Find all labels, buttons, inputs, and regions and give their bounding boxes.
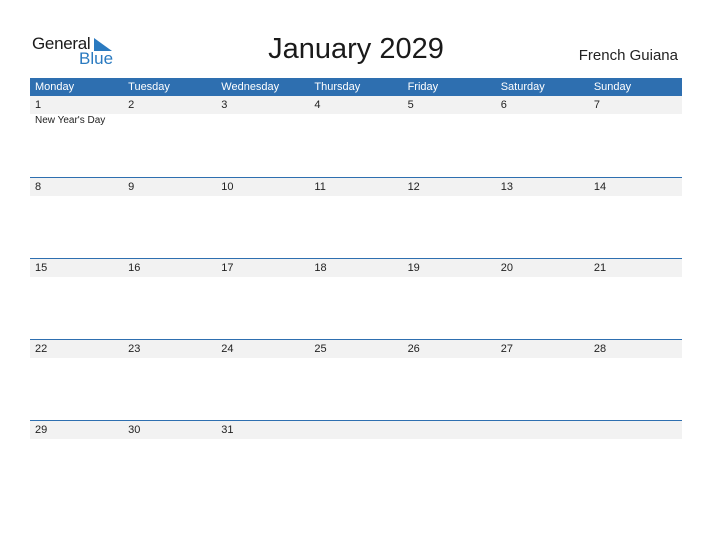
- country-label: French Guiana: [578, 47, 678, 64]
- holiday-label: [30, 358, 123, 359]
- day-number: 30: [128, 424, 141, 436]
- holiday-label: [216, 358, 309, 359]
- day-number: 13: [500, 181, 513, 193]
- holiday-label: [589, 439, 682, 440]
- holiday-label: [589, 114, 682, 126]
- event-band: [30, 196, 682, 197]
- week-row: 8 9 10 11 12 13 14: [30, 177, 682, 258]
- week-row: 22 23 24 25 26 27 28: [30, 339, 682, 420]
- day-number: 5: [407, 99, 414, 111]
- day-number: 14: [593, 181, 607, 193]
- holiday-label: [496, 114, 589, 126]
- holiday-label: [496, 277, 589, 278]
- day-number: 18: [314, 262, 327, 274]
- day-number-band: 1 2 3 4 5 6 7: [30, 96, 682, 114]
- day-number-band: 8 9 10 11 12 13 14: [30, 178, 682, 196]
- day-number: 23: [128, 343, 141, 355]
- event-band: [30, 439, 682, 440]
- day-number: 10: [221, 181, 234, 193]
- day-number-band: 29 30 31: [30, 421, 682, 439]
- holiday-label: [309, 358, 402, 359]
- weekday-header: Wednesday: [221, 81, 280, 93]
- day-number: 25: [314, 343, 327, 355]
- day-number: 31: [221, 424, 234, 436]
- day-number: 12: [407, 181, 420, 193]
- holiday-label: [216, 277, 309, 278]
- day-number: 15: [35, 262, 48, 274]
- holiday-label: [123, 358, 216, 359]
- holiday-label: [496, 358, 589, 359]
- day-number: 16: [128, 262, 141, 274]
- weekday-header: Tuesday: [128, 81, 170, 93]
- week-row: 15 16 17 18 19 20 21: [30, 258, 682, 339]
- weekday-header: Monday: [35, 81, 75, 93]
- weekday-header: Saturday: [500, 81, 545, 93]
- holiday-label: [403, 196, 496, 197]
- day-number: [309, 421, 402, 439]
- holiday-label: [216, 196, 309, 197]
- holiday-label: [403, 439, 496, 440]
- weekday-header: Thursday: [314, 81, 361, 93]
- day-number: 8: [35, 181, 42, 193]
- holiday-label: [403, 358, 496, 359]
- day-number: 19: [407, 262, 420, 274]
- weekday-header-row: Monday Tuesday Wednesday Thursday Friday…: [30, 78, 682, 96]
- week-row: 29 30 31: [30, 420, 682, 501]
- holiday-label: [123, 196, 216, 197]
- week-row: 1 2 3 4 5 6 7 New Year's Day: [30, 96, 682, 177]
- day-number: 7: [593, 99, 600, 111]
- day-number: 4: [314, 99, 321, 111]
- holiday-label: [403, 114, 496, 126]
- day-number: [403, 421, 496, 439]
- holiday-label: [589, 358, 682, 359]
- holiday-label: [216, 439, 309, 440]
- holiday-label: New Year's Day: [35, 115, 106, 126]
- holiday-label: [496, 196, 589, 197]
- holiday-label: [123, 277, 216, 278]
- event-band: [30, 277, 682, 278]
- holiday-label: [589, 196, 682, 197]
- day-number: 6: [500, 99, 507, 111]
- day-number: 28: [593, 343, 607, 355]
- day-number: [589, 421, 682, 439]
- day-number: 9: [128, 181, 135, 193]
- event-band: [30, 358, 682, 359]
- day-number: 20: [500, 262, 513, 274]
- holiday-label: [30, 277, 123, 278]
- holiday-label: [309, 277, 402, 278]
- day-number: 1: [35, 99, 42, 111]
- day-number: [496, 421, 589, 439]
- day-number: 29: [35, 424, 48, 436]
- day-number: 26: [407, 343, 420, 355]
- holiday-label: [123, 439, 216, 440]
- holiday-label: [30, 196, 123, 197]
- day-number-band: 22 23 24 25 26 27 28: [30, 340, 682, 358]
- day-number: 21: [593, 262, 607, 274]
- day-number-band: 15 16 17 18 19 20 21: [30, 259, 682, 277]
- day-number: 27: [500, 343, 513, 355]
- day-number: 17: [221, 262, 234, 274]
- day-number: 22: [35, 343, 48, 355]
- holiday-label: [309, 114, 402, 126]
- holiday-label: [403, 277, 496, 278]
- holiday-label: [309, 439, 402, 440]
- holiday-label: [496, 439, 589, 440]
- holiday-label: [589, 277, 682, 278]
- holiday-label: [309, 196, 402, 197]
- holiday-label: [123, 114, 216, 126]
- day-number: 3: [221, 99, 228, 111]
- holiday-label: [216, 114, 309, 126]
- weekday-header: Sunday: [593, 81, 632, 93]
- day-number: 24: [221, 343, 234, 355]
- event-band: New Year's Day: [30, 114, 682, 126]
- day-number: 2: [128, 99, 135, 111]
- calendar-grid: Monday Tuesday Wednesday Thursday Friday…: [30, 78, 682, 501]
- weekday-header: Friday: [407, 81, 439, 93]
- day-number: 11: [314, 181, 326, 193]
- holiday-label: [30, 439, 123, 440]
